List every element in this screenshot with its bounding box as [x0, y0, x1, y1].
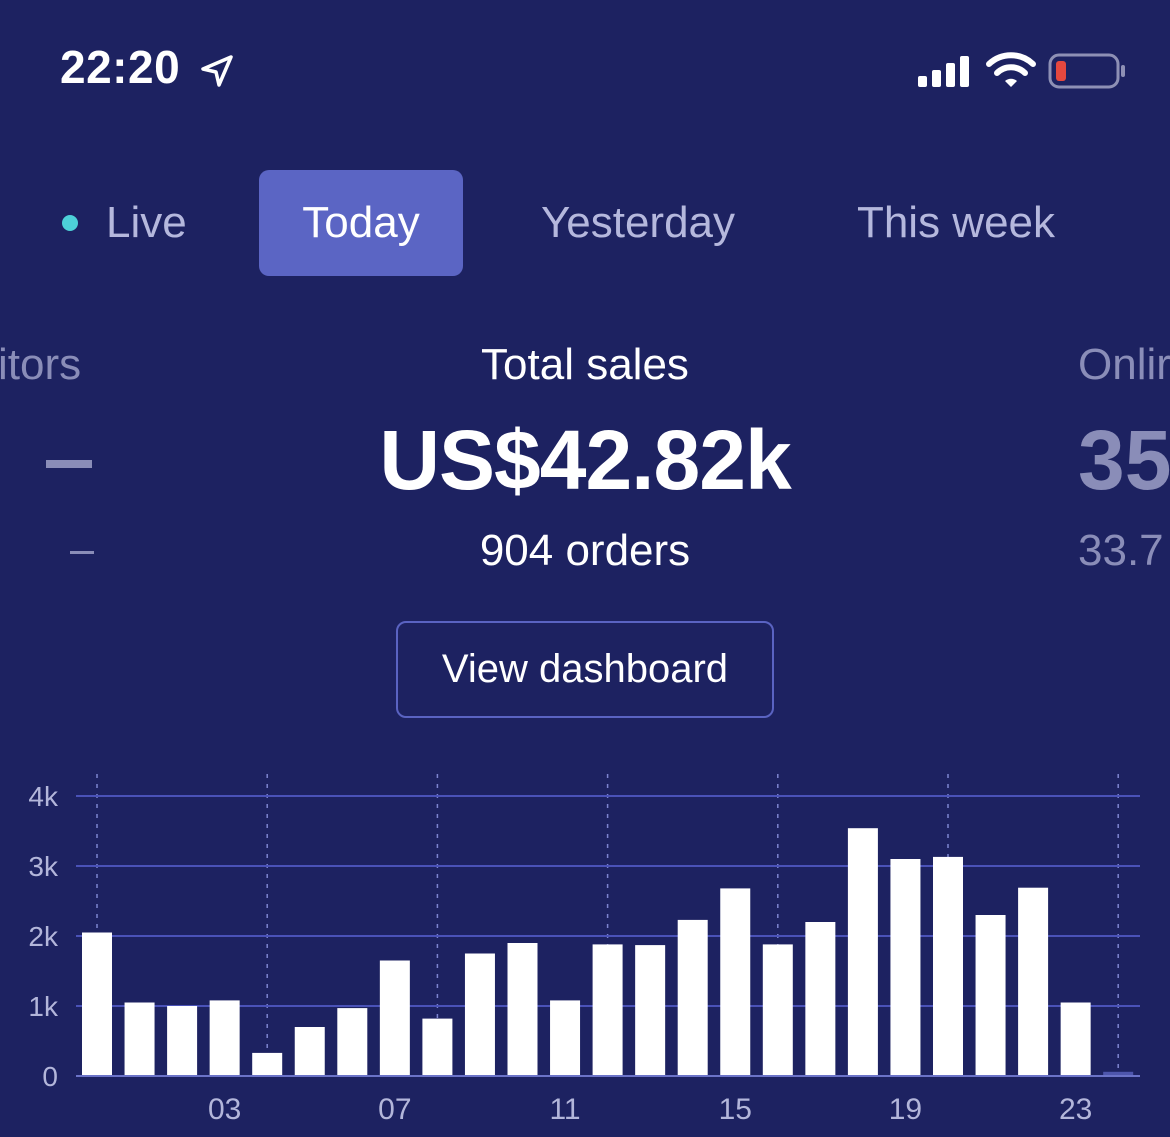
- total-sales-value: US$42.82k: [379, 413, 791, 507]
- orders-count: 904 orders: [479, 526, 691, 575]
- tab-this-week-label: This week: [856, 198, 1056, 247]
- tab-live[interactable]: Live: [56, 170, 216, 276]
- status-time: 22:20: [60, 41, 181, 93]
- chart-bar: [720, 888, 751, 1076]
- chart-bar: [975, 915, 1006, 1076]
- battery-low-icon: [1048, 53, 1125, 89]
- tab-yesterday-label: Yesterday: [540, 198, 736, 247]
- cellular-signal-icon: [918, 56, 969, 87]
- x-tick-label: 07: [378, 1093, 411, 1126]
- chart-bar: [677, 919, 708, 1076]
- total-sales-title: Total sales: [481, 340, 689, 389]
- online-card-value: 35: [1078, 413, 1170, 507]
- view-dashboard-button[interactable]: View dashboard: [396, 621, 774, 718]
- chart-bar: [805, 922, 836, 1076]
- x-tick-label: 23: [1059, 1093, 1092, 1126]
- y-tick-label: 4k: [28, 781, 59, 812]
- tab-this-week[interactable]: This week: [836, 170, 1076, 276]
- x-tick-label: 15: [719, 1093, 752, 1126]
- chart-bar: [337, 1008, 368, 1076]
- chart-bar: [294, 1027, 325, 1076]
- chart-bar: [762, 944, 793, 1076]
- chart-bar: [422, 1018, 453, 1076]
- tab-today[interactable]: Today: [259, 170, 463, 276]
- y-tick-label: 2k: [28, 921, 59, 952]
- live-indicator-icon: [62, 215, 78, 231]
- chart-bar: [252, 1052, 283, 1076]
- chart-bar: [167, 1006, 198, 1076]
- y-tick-label: 0: [42, 1061, 58, 1092]
- tab-yesterday[interactable]: Yesterday: [520, 170, 756, 276]
- tab-live-label: Live: [106, 198, 187, 247]
- wifi-icon: [986, 52, 1036, 87]
- chart-bar: [124, 1002, 155, 1076]
- tab-today-label: Today: [302, 198, 420, 247]
- chart-bar: [1018, 887, 1049, 1076]
- chart-bar: [890, 859, 921, 1076]
- chart-bar: [933, 856, 963, 1076]
- chart-bar: [635, 945, 666, 1076]
- chart-bar: [847, 828, 878, 1076]
- chart-bar: [379, 960, 410, 1076]
- x-tick-label: 11: [549, 1093, 580, 1126]
- chart-bar: [550, 1000, 581, 1076]
- chart-bar: [592, 944, 623, 1076]
- chart-bar: [82, 932, 112, 1076]
- online-card-sub: 33.7: [1078, 526, 1164, 575]
- hourly-sales-chart: 0 1k 2k 3k 4k 03 07 11 15 19 23: [28, 774, 1140, 1126]
- y-tick-label: 1k: [28, 991, 59, 1022]
- chart-bar: [209, 1000, 240, 1076]
- chart-bar: [1060, 1002, 1091, 1076]
- chart-bar: [507, 943, 538, 1076]
- location-arrow-icon: [201, 55, 233, 87]
- view-dashboard-label: View dashboard: [441, 647, 729, 691]
- online-card-title[interactable]: Onlir: [1078, 340, 1170, 390]
- x-tick-label: 19: [889, 1093, 922, 1126]
- chart-bar: [464, 953, 495, 1076]
- y-tick-label: 3k: [28, 851, 59, 882]
- x-tick-label: 03: [208, 1093, 241, 1126]
